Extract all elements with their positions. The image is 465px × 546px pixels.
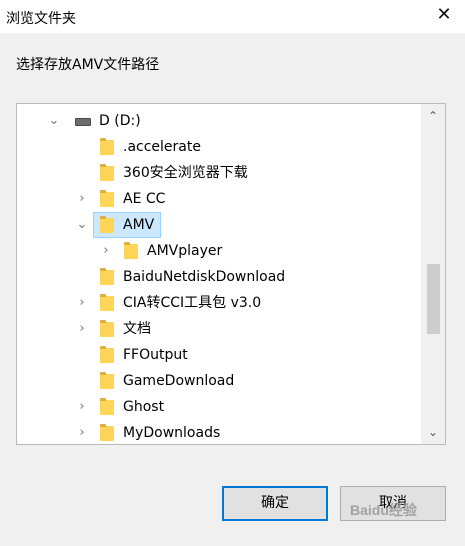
- window-title: 浏览文件夹: [6, 11, 76, 27]
- tree-row-drive[interactable]: ⌄ D (D:): [17, 108, 421, 134]
- tree-row[interactable]: ⌄ AMV: [17, 212, 421, 238]
- tree-row-label: CIA转CCI工具包 v3.0: [123, 295, 262, 311]
- tree-row-label: BaiduNetdiskDownload: [123, 269, 286, 285]
- tree-row[interactable]: GameDownload: [17, 368, 421, 394]
- tree-row[interactable]: › MyDownloads: [17, 420, 421, 444]
- tree-row[interactable]: › CIA转CCI工具包 v3.0: [17, 290, 421, 316]
- folder-icon: [100, 320, 114, 337]
- folder-icon: [100, 424, 114, 441]
- tree-row[interactable]: › AE CC: [17, 186, 421, 212]
- chevron-down-icon[interactable]: ⌄: [75, 212, 89, 238]
- folder-icon: [100, 216, 114, 233]
- tree-row-label: D (D:): [99, 113, 141, 129]
- tree-row-label: 360安全浏览器下载: [123, 165, 248, 181]
- folder-icon: [100, 268, 114, 285]
- chevron-right-icon[interactable]: ›: [75, 290, 89, 316]
- tree-row-label: GameDownload: [123, 373, 235, 389]
- drive-icon: [75, 118, 91, 126]
- tree-row[interactable]: › AMVplayer: [17, 238, 421, 264]
- vertical-scrollbar[interactable]: ⌃ ⌄: [421, 104, 445, 444]
- folder-icon: [100, 346, 114, 363]
- tree-row[interactable]: › 文档: [17, 316, 421, 342]
- dialog-prompt: 选择存放AMV文件路径: [16, 57, 160, 73]
- folder-icon: [100, 138, 114, 155]
- tree-row-label: .accelerate: [123, 139, 201, 155]
- tree-row-label: MyDownloads: [123, 425, 221, 441]
- folder-icon: [100, 190, 114, 207]
- folder-icon: [100, 372, 114, 389]
- folder-icon: [124, 242, 138, 259]
- chevron-right-icon[interactable]: ›: [75, 420, 89, 444]
- scroll-thumb[interactable]: [427, 264, 440, 334]
- watermark: Baidu经验: [350, 502, 417, 518]
- tree-row-label: FFOutput: [123, 347, 188, 363]
- tree-row-label: Ghost: [123, 399, 165, 415]
- title-bar: 浏览文件夹 ✕: [0, 0, 465, 33]
- chevron-right-icon[interactable]: ›: [75, 316, 89, 342]
- tree-row-label: 文档: [123, 321, 151, 337]
- chevron-right-icon[interactable]: ›: [99, 238, 113, 264]
- folder-icon: [100, 164, 114, 181]
- scroll-down-icon[interactable]: ⌄: [421, 422, 445, 442]
- chevron-down-icon[interactable]: ⌄: [47, 108, 61, 134]
- tree-row-label: AMVplayer: [147, 243, 223, 259]
- folder-icon: [100, 294, 114, 311]
- folder-icon: [100, 398, 114, 415]
- tree-row[interactable]: FFOutput: [17, 342, 421, 368]
- tree-row[interactable]: BaiduNetdiskDownload: [17, 264, 421, 290]
- ok-button[interactable]: 确定: [222, 486, 328, 521]
- chevron-right-icon[interactable]: ›: [75, 186, 89, 212]
- tree-row-label: AE CC: [123, 191, 166, 207]
- tree-row[interactable]: 360安全浏览器下载: [17, 160, 421, 186]
- scroll-up-icon[interactable]: ⌃: [421, 106, 445, 126]
- chevron-right-icon[interactable]: ›: [75, 394, 89, 420]
- tree-row[interactable]: › Ghost: [17, 394, 421, 420]
- folder-tree[interactable]: ⌄ D (D:) .accelerate 360安全浏览器下载 › AE CC ⌄ AMV › A…: [16, 103, 446, 445]
- tree-row-label: AMV: [123, 217, 155, 233]
- close-icon[interactable]: ✕: [435, 6, 453, 24]
- tree-row[interactable]: .accelerate: [17, 134, 421, 160]
